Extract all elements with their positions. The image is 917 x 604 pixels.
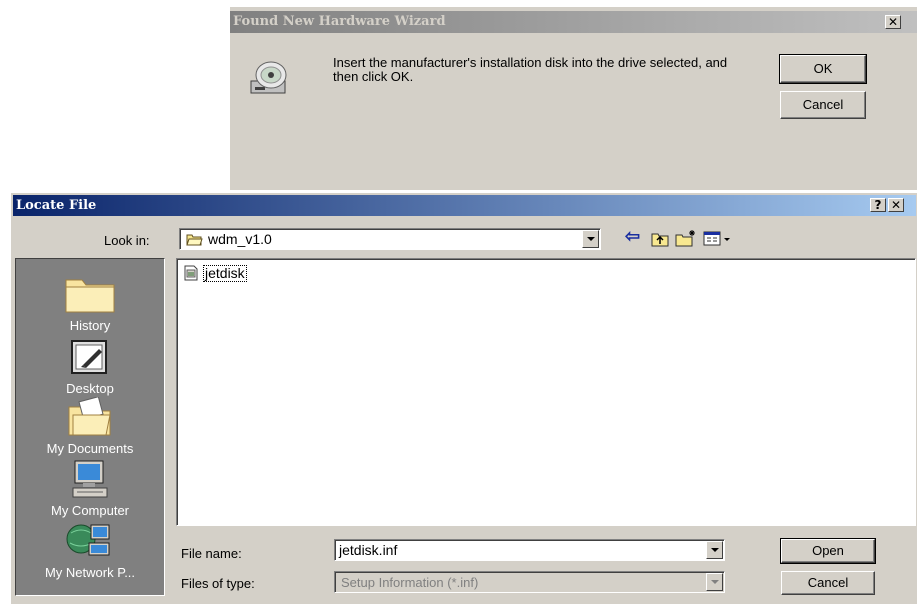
back-arrow-icon[interactable]: ⇦: [625, 226, 640, 246]
look-in-value: wdm_v1.0: [208, 231, 272, 247]
wizard-close-button[interactable]: ✕: [885, 15, 901, 29]
file-name-label: File name:: [181, 546, 242, 561]
new-folder-icon[interactable]: [675, 229, 697, 247]
wizard-ok-button[interactable]: OK: [779, 54, 867, 84]
file-list[interactable]: jetdisk: [176, 258, 916, 526]
locate-title: Locate File: [16, 198, 97, 213]
places-bar: History Desktop My Documents My Computer…: [15, 258, 165, 596]
place-history[interactable]: History: [16, 274, 164, 333]
open-button[interactable]: Open: [780, 538, 876, 564]
place-label: My Documents: [46, 441, 134, 456]
place-label: History: [69, 318, 111, 333]
view-menu-icon[interactable]: [703, 230, 733, 248]
open-folder-icon: [186, 234, 203, 246]
file-name-dropdown-arrow[interactable]: [706, 541, 723, 559]
help-button[interactable]: ?: [870, 198, 886, 212]
place-my-documents[interactable]: My Documents: [16, 397, 164, 456]
my-network-places-icon: [66, 524, 110, 556]
cancel-button[interactable]: Cancel: [781, 571, 875, 595]
place-my-network-places[interactable]: My Network P...: [16, 521, 164, 580]
files-of-type-dropdown[interactable]: Setup Information (*.inf): [334, 571, 725, 593]
file-name-field[interactable]: jetdisk.inf: [334, 539, 725, 561]
wizard-title: Found New Hardware Wizard: [233, 14, 446, 29]
wizard-message: Insert the manufacturer's installation d…: [333, 55, 728, 84]
locate-close-button[interactable]: ✕: [888, 198, 904, 212]
up-one-level-icon[interactable]: [651, 231, 669, 247]
close-icon: ✕: [887, 15, 899, 29]
setup-information-file-icon: [184, 265, 198, 281]
place-my-computer[interactable]: My Computer: [16, 459, 164, 518]
my-computer-icon: [72, 460, 108, 498]
cd-disk-icon: [250, 61, 287, 94]
place-label: Desktop: [66, 381, 114, 396]
place-desktop[interactable]: Desktop: [16, 337, 164, 396]
place-label: My Network P...: [44, 565, 136, 580]
wizard-cancel-button[interactable]: Cancel: [780, 91, 866, 119]
found-new-hardware-wizard-dialog: Found New Hardware Wizard ✕ Insert the m…: [229, 6, 917, 190]
file-name-value: jetdisk.inf: [339, 542, 398, 558]
locate-file-dialog: Locate File ? ✕ Look in: wdm_v1.0 ⇦ Hist…: [10, 193, 917, 604]
look-in-label: Look in:: [104, 233, 150, 248]
wizard-title-bar[interactable]: Found New Hardware Wizard ✕: [230, 11, 917, 33]
files-of-type-dropdown-arrow[interactable]: [706, 573, 723, 591]
help-icon: ?: [874, 198, 882, 212]
desktop-icon: [71, 340, 107, 374]
close-icon: ✕: [890, 198, 902, 212]
history-folder-icon: [65, 279, 115, 313]
place-label: My Computer: [50, 503, 130, 518]
file-name: jetdisk: [203, 265, 247, 282]
files-of-type-label: Files of type:: [181, 576, 255, 591]
list-item[interactable]: jetdisk: [183, 265, 247, 283]
my-documents-icon: [68, 397, 111, 436]
look-in-dropdown-arrow[interactable]: [582, 230, 599, 248]
locate-title-bar[interactable]: Locate File ? ✕: [13, 195, 916, 216]
files-of-type-value: Setup Information (*.inf): [341, 575, 479, 590]
look-in-dropdown[interactable]: wdm_v1.0: [179, 228, 601, 250]
